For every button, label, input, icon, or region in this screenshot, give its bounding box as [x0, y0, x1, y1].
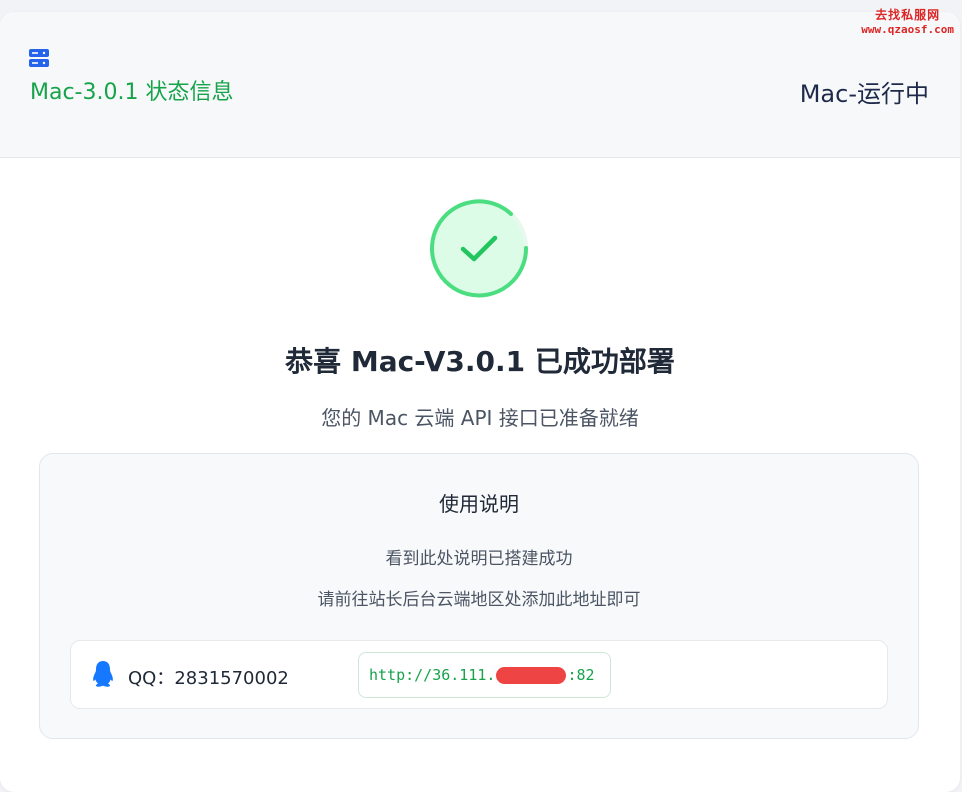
success-subtitle: 您的 Mac 云端 API 接口已准备就绪: [321, 406, 639, 430]
status-card: Mac-3.0.1 状态信息 Mac-运行中 恭喜 Mac-V3.0.1 已成功…: [0, 12, 960, 792]
check-icon: [430, 199, 529, 298]
api-url-field[interactable]: http://36.111. :82: [358, 652, 611, 698]
redaction-mark: [496, 666, 567, 684]
contact-row: QQ：2831570002 http://36.111. :82: [70, 640, 888, 709]
qq-number: QQ：2831570002: [128, 668, 289, 689]
usage-panel: 使用说明 看到此处说明已搭建成功 请前往站长后台云端地区处添加此地址即可 QQ：…: [39, 453, 919, 739]
qq-icon: [93, 661, 113, 687]
api-url-suffix: :82: [567, 666, 595, 684]
api-url-prefix: http://36.111.: [369, 666, 496, 684]
usage-title: 使用说明: [439, 492, 519, 516]
watermark: 去找私服网 www.qzaosf.com: [861, 8, 954, 37]
success-title: 恭喜 Mac-V3.0.1 已成功部署: [285, 345, 675, 378]
server-icon: [29, 49, 49, 67]
usage-instruction-1: 看到此处说明已搭建成功: [385, 549, 573, 569]
status-label: Mac-运行中: [799, 80, 929, 108]
watermark-url: www.qzaosf.com: [861, 23, 954, 36]
watermark-name: 去找私服网: [875, 8, 941, 22]
usage-instruction-2: 请前往站长后台云端地区处添加此地址即可: [317, 590, 641, 610]
header: Mac-3.0.1 状态信息 Mac-运行中: [0, 12, 960, 158]
page-title: Mac-3.0.1 状态信息: [30, 80, 234, 105]
